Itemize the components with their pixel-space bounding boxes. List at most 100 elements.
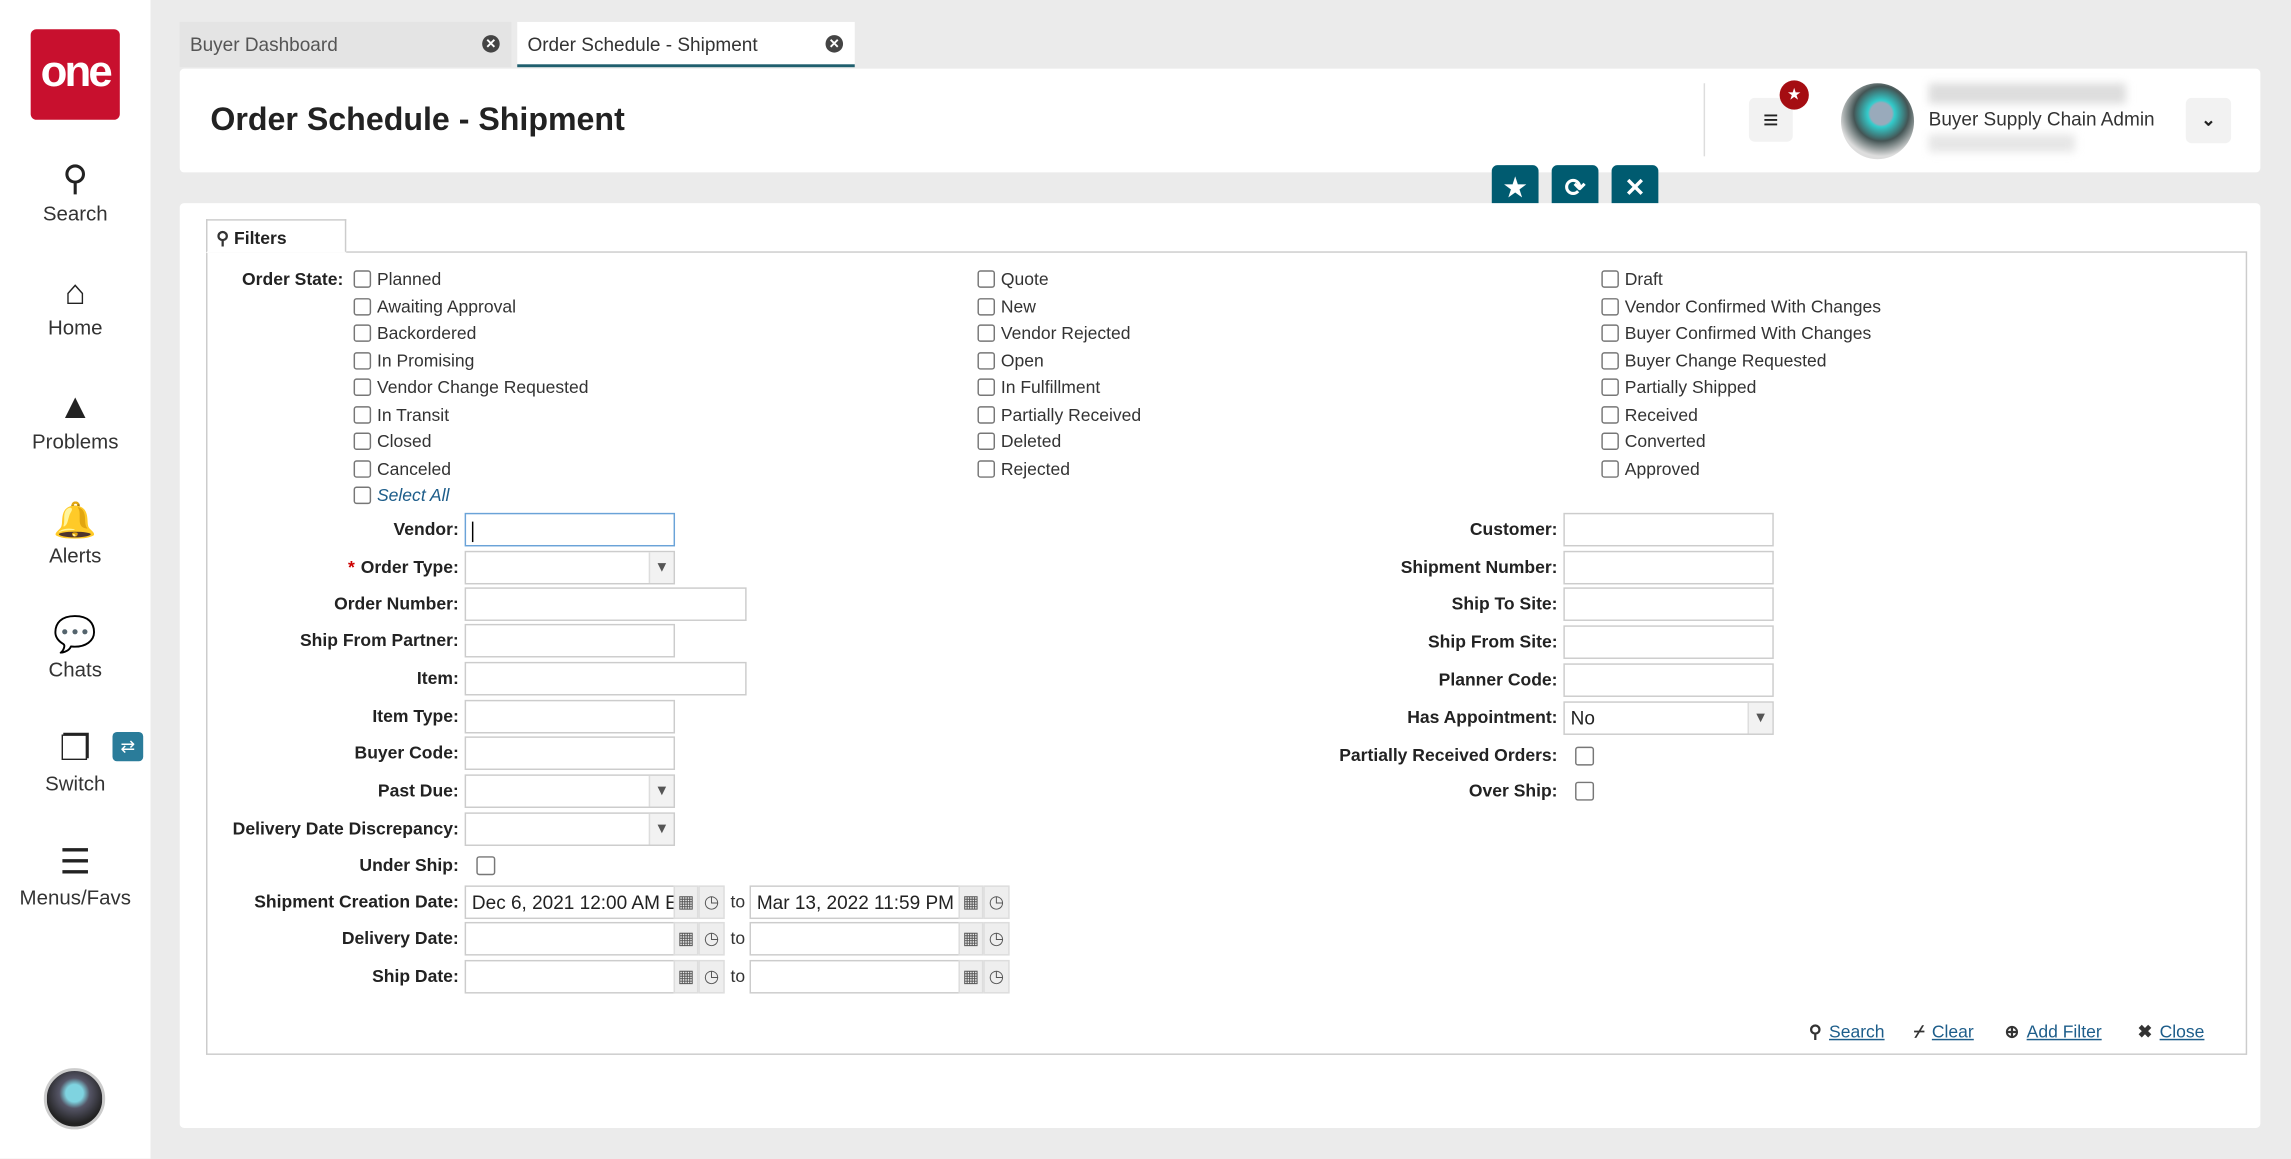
order-state-checkbox-vendor-rejected[interactable]: [977, 324, 996, 342]
ship-from-site-label: Ship From Site:: [1427, 631, 1558, 652]
ship-date-from-input[interactable]: [464, 959, 676, 994]
order-state-label-backordered: Backordered: [376, 322, 477, 344]
order-state-checkbox-converted[interactable]: [1601, 432, 1619, 451]
order-state-checkbox-partially-shipped[interactable]: [1601, 378, 1619, 396]
ship-to-site-input[interactable]: [1563, 587, 1774, 621]
order-state-checkbox-canceled[interactable]: [353, 459, 372, 478]
order-state-checkbox-vendor-change-requested[interactable]: [353, 378, 372, 396]
order-state-checkbox-rejected[interactable]: [977, 459, 996, 478]
delivery-date-from-input[interactable]: [464, 921, 676, 956]
shipment-number-input[interactable]: [1563, 550, 1774, 585]
close-link[interactable]: ✖ Close: [2138, 1021, 2205, 1041]
tab-buyer-dashboard[interactable]: Buyer Dashboard ✕: [179, 21, 512, 68]
delivery-date-discrepancy-select[interactable]: ▼: [464, 812, 676, 846]
over-ship-checkbox[interactable]: [1575, 781, 1595, 801]
item-type-input[interactable]: [464, 699, 676, 734]
order-state-checkbox-new[interactable]: [977, 297, 996, 315]
add-filter-link[interactable]: ⊕ Add Filter: [2005, 1021, 2102, 1041]
page-title: Order Schedule - Shipment: [210, 100, 625, 138]
has-appointment-select[interactable]: No ▼: [1563, 701, 1774, 735]
calendar-icon[interactable]: ▦: [673, 885, 699, 920]
select-all-label[interactable]: Select All: [377, 485, 449, 505]
sidebar-item-problems[interactable]: ▲ Problems: [0, 386, 150, 453]
partially-received-orders-checkbox[interactable]: [1575, 746, 1595, 766]
chevron-down-icon: ▼: [1747, 702, 1773, 734]
order-state-checkbox-partially-received[interactable]: [977, 405, 996, 423]
order-state-checkbox-buyer-change-requested[interactable]: [1601, 351, 1619, 369]
order-state-label-approved: Approved: [1624, 458, 1700, 479]
under-ship-label: Under Ship:: [359, 854, 459, 876]
tab-order-schedule-shipment[interactable]: Order Schedule - Shipment ✕: [517, 21, 855, 68]
delivery-date-to-input[interactable]: [749, 921, 960, 956]
clock-icon[interactable]: ◷: [983, 959, 1010, 994]
order-number-input[interactable]: [464, 587, 747, 621]
planner-code-label: Planner Code:: [1438, 669, 1558, 690]
sidebar-item-label: Search: [42, 201, 108, 226]
user-avatar[interactable]: [1840, 83, 1915, 160]
calendar-icon[interactable]: ▦: [958, 885, 984, 920]
sidebar-item-alerts[interactable]: 🔔 Alerts: [0, 500, 150, 567]
order-state-checkbox-draft[interactable]: [1601, 270, 1619, 288]
order-state-checkbox-quote[interactable]: [977, 270, 996, 288]
sidebar-item-search[interactable]: ⚲ Search: [0, 158, 150, 225]
order-state-label-quote: Quote: [1000, 268, 1049, 290]
vendor-input[interactable]: [464, 512, 676, 547]
order-state-label-in-transit: In Transit: [376, 403, 450, 425]
past-due-select[interactable]: ▼: [464, 774, 676, 808]
item-input[interactable]: [464, 661, 747, 696]
switch-badge-icon: ⇄: [112, 732, 144, 762]
clear-link-label: Clear: [1931, 1021, 1974, 1042]
under-ship-checkbox[interactable]: [476, 856, 496, 876]
chevron-down-icon: ▼: [648, 813, 674, 845]
order-state-checkbox-deleted[interactable]: [977, 432, 996, 451]
clock-icon[interactable]: ◷: [698, 885, 725, 920]
clock-icon[interactable]: ◷: [983, 885, 1010, 920]
shipment-creation-date-to-input[interactable]: Mar 13, 2022 11:59 PM EDT: [749, 885, 960, 920]
customer-input[interactable]: [1563, 512, 1774, 547]
order-type-select[interactable]: ▼: [464, 550, 676, 585]
order-state-checkbox-approved[interactable]: [1601, 459, 1619, 478]
order-state-checkbox-received[interactable]: [1601, 405, 1619, 423]
order-state-checkbox-in-promising[interactable]: [353, 351, 372, 369]
calendar-icon[interactable]: ▦: [958, 959, 984, 994]
order-state-checkbox-buyer-confirmed-with-changes[interactable]: [1601, 324, 1619, 342]
order-state-checkbox-backordered[interactable]: [353, 324, 372, 342]
sidebar-item-menus-favs[interactable]: ☰ Menus/Favs: [0, 842, 150, 909]
calendar-icon[interactable]: ▦: [673, 921, 699, 956]
search-link[interactable]: ⚲ Search: [1809, 1021, 1885, 1041]
buyer-code-input[interactable]: [464, 736, 676, 770]
clock-icon[interactable]: ◷: [698, 959, 725, 994]
order-state-checkbox-planned[interactable]: [353, 270, 372, 288]
user-avatar-icon[interactable]: [43, 1068, 106, 1130]
order-number-label: Order Number:: [334, 593, 459, 614]
order-state-checkbox-open[interactable]: [977, 351, 996, 369]
logo[interactable]: one: [30, 29, 120, 120]
close-tab-icon[interactable]: ✕: [482, 35, 500, 53]
sidebar-item-home[interactable]: ⌂ Home: [0, 272, 150, 339]
clock-icon[interactable]: ◷: [983, 921, 1010, 956]
sidebar-item-chats[interactable]: 💬 Chats: [0, 614, 150, 681]
planner-code-input[interactable]: [1563, 663, 1774, 697]
home-icon: ⌂: [64, 273, 86, 313]
order-state-checkbox-awaiting-approval[interactable]: [353, 297, 372, 315]
clear-link[interactable]: ⌿ Clear: [1914, 1021, 1974, 1043]
chevron-down-icon: ▼: [648, 775, 674, 807]
filters-tab[interactable]: ⚲ Filters: [206, 219, 347, 253]
search-icon: ⚲: [62, 159, 89, 199]
ship-from-site-input[interactable]: [1563, 625, 1774, 659]
close-tab-icon[interactable]: ✕: [825, 35, 844, 53]
select-all-checkbox[interactable]: [353, 486, 372, 505]
order-state-checkbox-in-fulfillment[interactable]: [977, 378, 996, 396]
order-state-checkbox-in-transit[interactable]: [353, 405, 372, 423]
shipment-creation-date-from-input[interactable]: Dec 6, 2021 12:00 AM EST: [464, 885, 676, 920]
user-menu-dropdown[interactable]: ⌄: [2185, 97, 2232, 144]
shipment-creation-date-label: Shipment Creation Date:: [254, 891, 459, 912]
ship-date-to-input[interactable]: [749, 959, 960, 994]
ship-from-partner-input[interactable]: [464, 623, 676, 658]
bell-icon: 🔔: [53, 501, 98, 541]
calendar-icon[interactable]: ▦: [958, 921, 984, 956]
calendar-icon[interactable]: ▦: [673, 959, 699, 994]
clock-icon[interactable]: ◷: [698, 921, 725, 956]
order-state-checkbox-vendor-confirmed-with-changes[interactable]: [1601, 297, 1619, 315]
order-state-checkbox-closed[interactable]: [353, 432, 372, 451]
